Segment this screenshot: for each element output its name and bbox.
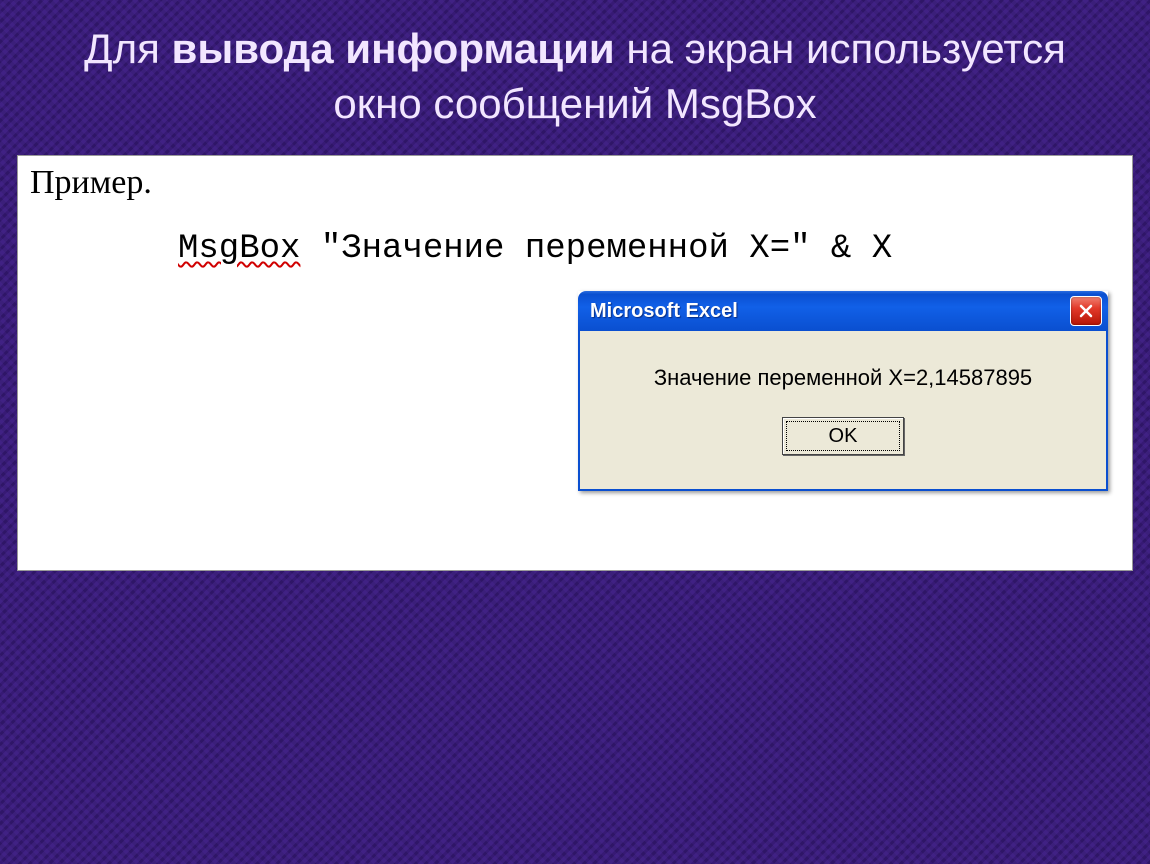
- dialog-message: Значение переменной X=2,14587895: [654, 365, 1032, 391]
- title-bold: вывода информации: [172, 25, 615, 72]
- example-panel: Пример. MsgBox "Значение переменной X=" …: [17, 155, 1133, 571]
- close-button[interactable]: [1070, 296, 1102, 326]
- dialog-title: Microsoft Excel: [590, 300, 738, 323]
- ok-button[interactable]: OK: [782, 417, 904, 455]
- slide-title: Для вывода информации на экран используе…: [0, 22, 1150, 155]
- msgbox-dialog: Microsoft Excel Значение переменной X=2,…: [578, 291, 1108, 491]
- code-keyword: MsgBox: [178, 230, 300, 268]
- close-icon: [1078, 303, 1094, 319]
- example-label: Пример.: [30, 164, 152, 202]
- title-pre: Для: [84, 25, 171, 72]
- dialog-body: Значение переменной X=2,14587895 OK: [578, 331, 1108, 491]
- code-line: MsgBox "Значение переменной X=" & X: [178, 230, 892, 268]
- slide: Для вывода информации на экран используе…: [0, 0, 1150, 864]
- dialog-titlebar[interactable]: Microsoft Excel: [578, 291, 1108, 331]
- ok-label: OK: [829, 425, 858, 448]
- code-rest: "Значение переменной X=" & X: [300, 230, 892, 268]
